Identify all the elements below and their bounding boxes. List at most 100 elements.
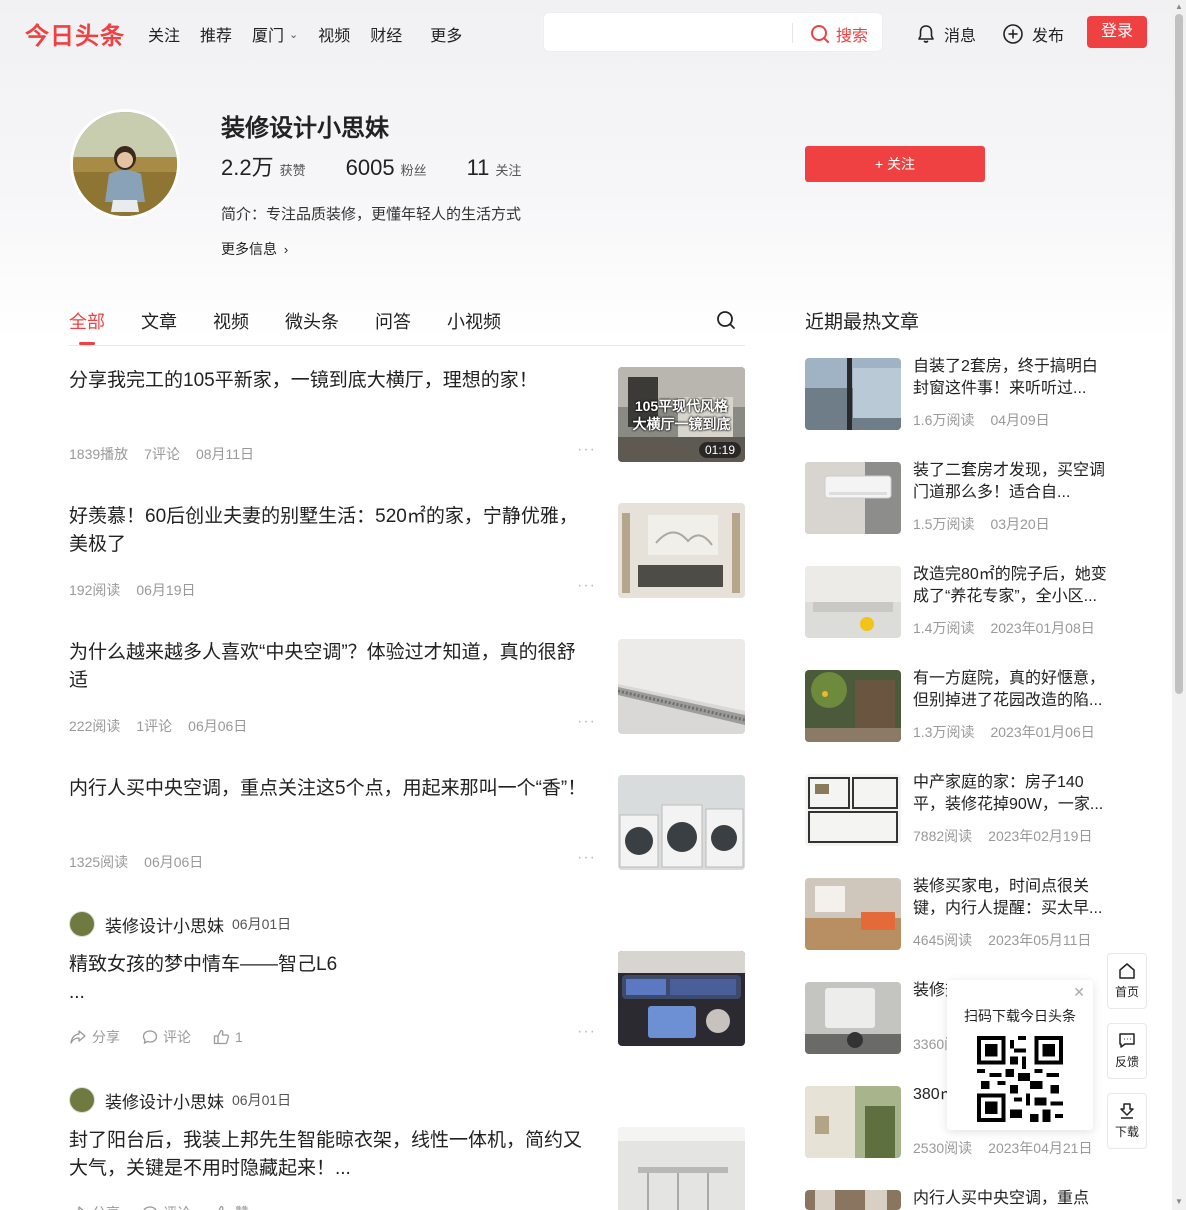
- more-options-icon[interactable]: ···: [577, 713, 596, 731]
- side-download-button[interactable]: 下载: [1107, 1093, 1147, 1149]
- nav-item-more[interactable]: 更多: [430, 22, 462, 46]
- search-button[interactable]: 搜索: [810, 22, 868, 46]
- post-text[interactable]: 精致女孩的梦中情车——智己L6...: [69, 951, 594, 1007]
- post-thumbnail[interactable]: [618, 951, 745, 1046]
- like-button[interactable]: 赞: [213, 1203, 249, 1210]
- feed-thumbnail[interactable]: [618, 503, 745, 598]
- stat-fans[interactable]: 6005 粉丝: [346, 155, 427, 181]
- thumbnail-image: [805, 566, 901, 638]
- feed-thumbnail[interactable]: [618, 639, 745, 734]
- feed-title[interactable]: 分享我完工的105平新家，一镜到底大横厅，理想的家！: [69, 367, 594, 395]
- more-options-icon[interactable]: ···: [577, 441, 596, 459]
- hot-article-thumbnail[interactable]: [805, 878, 901, 950]
- hot-article-thumbnail[interactable]: [805, 1086, 901, 1158]
- hot-article-item[interactable]: 自装了2套房，终于搞明白封窗这件事！来听听过... 1.6万阅读 04月09日: [805, 358, 1115, 434]
- nav-item-video[interactable]: 视频: [318, 22, 350, 46]
- feed-item[interactable]: 内行人买中央空调，重点关注这5个点，用起来那叫一个“香”！ 1325阅读 06月…: [69, 775, 745, 885]
- qr-title: 扫码下载今日头条: [964, 1008, 1076, 1024]
- thumbnail-caption: 105平现代风格 大横厅一镜到底: [632, 398, 731, 432]
- login-button[interactable]: 登录: [1087, 16, 1147, 48]
- profile-avatar[interactable]: [70, 109, 180, 219]
- more-options-icon[interactable]: ···: [577, 849, 596, 867]
- qr-code: [977, 1036, 1063, 1122]
- hot-article-item[interactable]: 装了二套房才发现，买空调门道那么多！适合自... 1.5万阅读 03月20日: [805, 462, 1115, 538]
- hot-article-item[interactable]: 中产家庭的家：房子140平，装修花掉90W，一家... 7882阅读 2023年0…: [805, 774, 1115, 850]
- thumbnail-image: [805, 878, 901, 950]
- share-button[interactable]: 分享: [69, 1203, 120, 1210]
- tab-articles[interactable]: 文章: [141, 308, 177, 334]
- scroll-up-icon[interactable]: ▲: [1175, 3, 1183, 11]
- download-icon: [1120, 1103, 1134, 1119]
- share-button[interactable]: 分享: [69, 1027, 120, 1047]
- follow-button[interactable]: + 关注: [805, 146, 985, 182]
- video-duration: 01:19: [698, 442, 741, 458]
- comment-icon: [142, 1030, 158, 1045]
- scrollbar-thumb[interactable]: [1175, 14, 1183, 694]
- nav-item-recommend[interactable]: 推荐: [200, 22, 232, 46]
- post-text[interactable]: 封了阳台后，我装上邦先生智能晾衣架，线性一体机，简约又大气，关键是不用时隐藏起来…: [69, 1127, 594, 1183]
- nav-item-follow[interactable]: 关注: [148, 22, 180, 46]
- active-tab-indicator: [79, 342, 95, 345]
- tab-videos[interactable]: 视频: [213, 308, 249, 334]
- comment-icon: [143, 1206, 157, 1210]
- stat-following[interactable]: 11 关注: [467, 155, 522, 181]
- thumbnail-image: [805, 462, 901, 534]
- hot-article-item[interactable]: 装修买家电，时间点很关键，内行人提醒：买太早... 4645阅读 2023年05月…: [805, 878, 1115, 954]
- tab-micro-posts[interactable]: 微头条: [285, 308, 339, 334]
- hot-article-thumbnail[interactable]: [805, 670, 901, 742]
- messages-button[interactable]: 消息: [916, 22, 976, 46]
- page-scrollbar[interactable]: ▲ ▼: [1172, 0, 1186, 1210]
- post-author[interactable]: 装修设计小思妹 06月01日: [69, 1087, 291, 1113]
- feed-item[interactable]: 为什么越来越多人喜欢“中央空调”？体验过才知道，真的很舒适 222阅读 1评论 …: [69, 639, 745, 749]
- post-thumbnail[interactable]: [618, 1127, 745, 1210]
- more-options-icon[interactable]: ···: [577, 577, 596, 595]
- post-author[interactable]: 装修设计小思妹 06月01日: [69, 911, 291, 937]
- post-author-avatar[interactable]: [69, 1087, 95, 1113]
- tab-search-button[interactable]: [716, 310, 736, 335]
- more-options-icon[interactable]: ···: [577, 1023, 596, 1041]
- feed-thumbnail[interactable]: 105平现代风格 大横厅一镜到底 01:19: [618, 367, 745, 462]
- side-feedback-button[interactable]: 反馈: [1107, 1023, 1147, 1079]
- nav-item-city[interactable]: 厦门 ⌄: [252, 22, 298, 46]
- hot-article-title: 装了二套房才发现，买空调门道那么多！适合自...: [913, 462, 1106, 501]
- tab-short-videos[interactable]: 小视频: [447, 308, 501, 334]
- feed-title[interactable]: 为什么越来越多人喜欢“中央空调”？体验过才知道，真的很舒适: [69, 639, 594, 695]
- hot-article-thumbnail[interactable]: [805, 358, 901, 430]
- tab-qa[interactable]: 问答: [375, 308, 411, 334]
- like-button[interactable]: 1: [213, 1027, 243, 1047]
- feed-thumbnail[interactable]: [618, 775, 745, 870]
- hot-article-thumbnail[interactable]: [805, 566, 901, 638]
- close-icon[interactable]: ✕: [1073, 984, 1085, 1001]
- more-info-link[interactable]: 更多信息 ›: [221, 239, 288, 259]
- feed-title[interactable]: 内行人买中央空调，重点关注这5个点，用起来那叫一个“香”！: [69, 775, 594, 803]
- comment-button[interactable]: 评论: [142, 1203, 191, 1210]
- content-tabs: 全部 文章 视频 微头条 问答 小视频: [69, 308, 745, 346]
- hot-article-item[interactable]: 改造完80㎡的院子后，她变成了“养花专家”，全小区... 1.4万阅读 2023年…: [805, 566, 1115, 642]
- hot-article-thumbnail[interactable]: [805, 1190, 901, 1210]
- feed-title[interactable]: 好羡慕！60后创业夫妻的别墅生活：520㎡的家，宁静优雅，美极了: [69, 503, 594, 559]
- tab-all[interactable]: 全部: [69, 308, 105, 334]
- site-logo[interactable]: 今日头条: [25, 16, 125, 51]
- feed-item[interactable]: 分享我完工的105平新家，一镜到底大横厅，理想的家！ 1839播放 7评论 08…: [69, 367, 745, 477]
- publish-button[interactable]: 发布: [1002, 22, 1064, 46]
- micro-post[interactable]: 装修设计小思妹 06月01日 精致女孩的梦中情车——智己L6... 分享 评论 …: [69, 911, 745, 1061]
- hot-article-meta: 1.5万阅读 03月20日: [913, 516, 1050, 532]
- hot-article-meta: 1.6万阅读 04月09日: [913, 412, 1050, 428]
- side-home-button[interactable]: 首页: [1107, 953, 1147, 1009]
- hot-article-thumbnail[interactable]: [805, 982, 901, 1054]
- hot-article-meta: 7882阅读 2023年02月19日: [913, 828, 1093, 844]
- hot-article-thumbnail[interactable]: [805, 774, 901, 846]
- hot-article-meta: 1.3万阅读 2023年01月06日: [913, 724, 1095, 740]
- hot-article-thumbnail[interactable]: [805, 462, 901, 534]
- search-input[interactable]: [554, 21, 784, 45]
- feed-meta: 192阅读 06月19日: [69, 582, 196, 598]
- comment-button[interactable]: 评论: [142, 1027, 191, 1047]
- post-author-avatar[interactable]: [69, 911, 95, 937]
- feed-item[interactable]: 好羡慕！60后创业夫妻的别墅生活：520㎡的家，宁静优雅，美极了 192阅读 0…: [69, 503, 745, 613]
- chevron-down-icon: ⌄: [289, 28, 299, 41]
- hot-article-item[interactable]: 内行人买中央空调，重点: [805, 1190, 1115, 1210]
- micro-post[interactable]: 装修设计小思妹 06月01日 封了阳台后，我装上邦先生智能晾衣架，线性一体机，简…: [69, 1087, 745, 1210]
- scroll-down-icon[interactable]: ▼: [1175, 1198, 1183, 1206]
- hot-article-item[interactable]: 有一方庭院，真的好惬意，但别掉进了花园改造的陷... 1.3万阅读 2023年01…: [805, 670, 1115, 746]
- nav-item-finance[interactable]: 财经: [370, 22, 402, 46]
